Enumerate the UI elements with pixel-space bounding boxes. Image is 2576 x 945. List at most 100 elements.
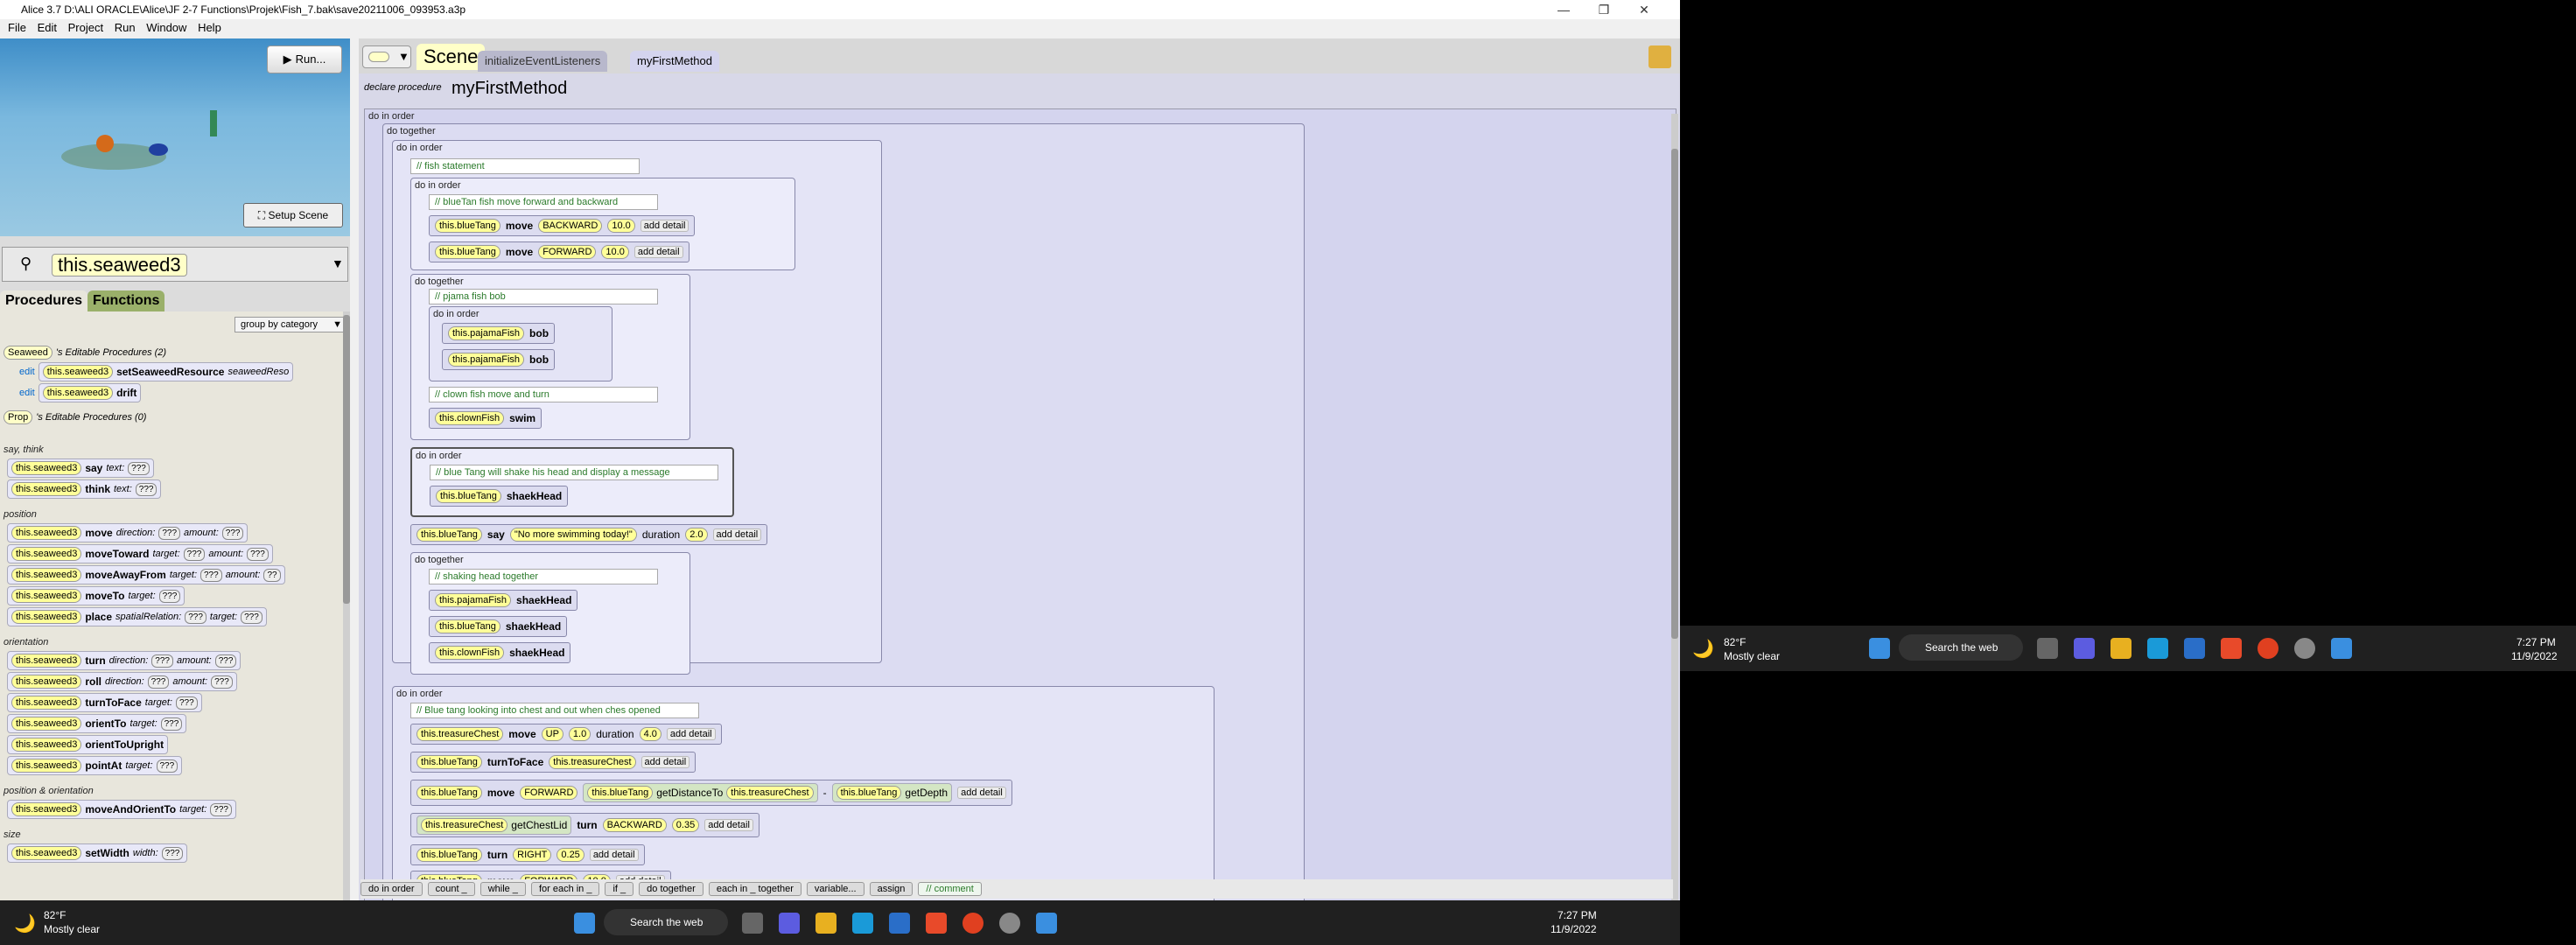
task-view-icon[interactable] — [742, 913, 763, 934]
proc-drift[interactable]: this.seaweed3 drift — [38, 383, 142, 402]
stmt-bluetang-shaekhead-2[interactable]: this.blueTang shaekHead — [429, 616, 568, 637]
proc-moveawayfrom[interactable]: this.seaweed3 moveAwayFrom target:??? amoun… — [7, 565, 285, 584]
stmt-bluetang-turntoface[interactable]: this.blueTang turnToFace this.treasureChes… — [410, 752, 696, 773]
proc-setwidth[interactable]: this.seaweed3 setWidth width:??? — [7, 844, 188, 863]
stmt-pajama-bob-2[interactable]: this.pajamaFish bob — [442, 349, 556, 370]
stmt-bluetang-shaekhead[interactable]: this.blueTang shaekHead — [430, 486, 569, 507]
mail-icon[interactable] — [889, 913, 910, 934]
clipboard-icon[interactable] — [1648, 46, 1671, 68]
edge-icon[interactable] — [2147, 638, 2168, 659]
stmt-pajama-shaekhead[interactable]: this.pajamaFish shaekHead — [429, 590, 578, 611]
start-icon[interactable] — [574, 913, 595, 934]
minimize-button[interactable]: — — [1544, 0, 1584, 19]
maximize-button[interactable]: ❐ — [1584, 0, 1624, 19]
proc-orienttoupright[interactable]: this.seaweed3 orientToUpright — [7, 735, 169, 754]
store-icon[interactable] — [926, 913, 947, 934]
proc-think[interactable]: this.seaweed3 think text:??? — [7, 480, 162, 499]
group-select[interactable]: group by category ▼ — [234, 317, 343, 332]
proc-setseaweedresource[interactable]: this.seaweed3 setSeaweedResource seaweedRe… — [38, 362, 294, 382]
setup-scene-button[interactable]: ⛶ Setup Scene — [243, 203, 343, 228]
file-explorer-icon[interactable] — [816, 913, 836, 934]
class-dropdown[interactable]: ▼ — [362, 46, 411, 68]
block-assign[interactable]: assign — [869, 882, 914, 896]
menu-project[interactable]: Project — [68, 21, 103, 34]
search-box[interactable]: Search the web — [604, 909, 728, 935]
code-scrollbar[interactable] — [1671, 114, 1678, 900]
clock-icon[interactable] — [2294, 638, 2315, 659]
proc-say[interactable]: this.seaweed3 say text:??? — [7, 458, 154, 478]
edge-icon[interactable] — [852, 913, 873, 934]
stmt-bluetang-turn-right[interactable]: this.blueTang turn RIGHT 0.25 add detail — [410, 844, 645, 865]
file-explorer-icon[interactable] — [2110, 638, 2132, 659]
proc-moveto[interactable]: this.seaweed3 moveTo target:??? — [7, 586, 186, 606]
block-do-in-order[interactable]: do in order — [360, 882, 423, 896]
procedures-scrollbar[interactable] — [343, 312, 350, 900]
do-together-block[interactable]: do together do in order // fish statemen… — [382, 123, 1305, 900]
proc-roll[interactable]: this.seaweed3 roll direction:??? amount:??? — [7, 672, 237, 691]
menu-window[interactable]: Window — [146, 21, 186, 34]
class-prop[interactable]: Prop — [4, 410, 33, 424]
class-seaweed[interactable]: Seaweed — [4, 346, 52, 360]
alice-icon[interactable] — [2331, 638, 2352, 659]
do-in-order-pajama[interactable]: do in order this.pajamaFish bob this.paja… — [429, 306, 612, 382]
block-comment[interactable]: // comment — [918, 882, 982, 896]
tab-procedures[interactable]: Procedures — [0, 290, 88, 312]
chevron-down-icon[interactable]: ▼ — [332, 256, 344, 270]
stmt-clownfish-swim[interactable]: this.clownFish swim — [429, 408, 542, 429]
clock-icon[interactable] — [999, 913, 1020, 934]
comment-bluetan[interactable]: // blueTan fish move forward and backwar… — [429, 194, 658, 210]
store-icon[interactable] — [2221, 638, 2242, 659]
proc-orientto[interactable]: this.seaweed3 orientTo target:??? — [7, 714, 187, 733]
close-button[interactable]: ✕ — [1624, 0, 1664, 19]
block-while[interactable]: while _ — [480, 882, 526, 896]
chrome-icon[interactable] — [962, 913, 984, 934]
menu-edit[interactable]: Edit — [38, 21, 57, 34]
tab-functions[interactable]: Functions — [88, 290, 165, 312]
proc-place[interactable]: this.seaweed3 place spatialRelation:??? tar… — [7, 607, 267, 626]
block-count[interactable]: count _ — [427, 882, 475, 896]
teams-icon[interactable] — [779, 913, 800, 934]
comment-pjama[interactable]: // pjama fish bob — [429, 289, 658, 304]
mail-icon[interactable] — [2184, 638, 2205, 659]
menu-help[interactable]: Help — [198, 21, 221, 34]
menu-file[interactable]: File — [8, 21, 26, 34]
do-in-order-shake[interactable]: do in order // blue Tang will shake his … — [410, 447, 734, 517]
chrome-icon[interactable] — [2258, 638, 2278, 659]
selected-object[interactable]: this.seaweed3 — [52, 254, 187, 276]
comment-chest[interactable]: // Blue tang looking into chest and out … — [410, 703, 699, 718]
do-in-order-block[interactable]: do in order // fish statement do in orde… — [392, 140, 882, 675]
stmt-bluetang-move-forward[interactable]: this.blueTang move FORWARD 10.0 add detail — [429, 242, 690, 262]
proc-moveandorientto[interactable]: this.seaweed3 moveAndOrientTo target:??? — [7, 800, 236, 819]
block-variable[interactable]: variable... — [806, 882, 864, 896]
weather-icon[interactable]: 🌙 — [14, 913, 36, 934]
edit-link[interactable]: edit — [19, 367, 35, 377]
teams-icon[interactable] — [2074, 638, 2095, 659]
proc-movetoward[interactable]: this.seaweed3 moveToward target:??? amount:… — [7, 544, 273, 564]
stmt-chestlid-turn[interactable]: this.treasureChest getChestLid turn BACKWAR… — [410, 813, 760, 837]
comment-fish-statement[interactable]: // fish statement — [410, 158, 640, 174]
proc-pointat[interactable]: this.seaweed3 pointAt target:??? — [7, 756, 183, 775]
task-view-icon[interactable] — [2037, 638, 2058, 659]
stmt-bluetang-move-distance[interactable]: this.blueTang move FORWARD this.blueTang get… — [410, 780, 1012, 806]
do-in-order-chest[interactable]: do in order // Blue tang looking into ch… — [392, 686, 1214, 900]
proc-turntoface[interactable]: this.seaweed3 turnToFace target:??? — [7, 693, 202, 712]
stmt-chest-move-up[interactable]: this.treasureChest move UP 1.0 duration 4.0 ad… — [410, 724, 722, 745]
stmt-bluetang-say[interactable]: this.blueTang say "No more swimming today!… — [410, 524, 768, 545]
edit-link[interactable]: edit — [19, 388, 35, 398]
tab-initialize-event-listeners[interactable]: initializeEventListeners — [478, 51, 608, 72]
tab-scene[interactable]: Scene — [416, 44, 486, 70]
menu-run[interactable]: Run — [115, 21, 136, 34]
stmt-pajama-bob-1[interactable]: this.pajamaFish bob — [442, 323, 556, 344]
comment-clownfish[interactable]: // clown fish move and turn — [429, 387, 658, 402]
alice-icon[interactable] — [1036, 913, 1057, 934]
do-together-fish[interactable]: do together // pjama fish bob do in orde… — [410, 274, 690, 440]
object-selector[interactable]: ⚲ this.seaweed3 ▼ — [2, 247, 348, 282]
comment-shake[interactable]: // blue Tang will shake his head and dis… — [430, 465, 718, 480]
proc-turn[interactable]: this.seaweed3 turn direction:??? amount:??? — [7, 651, 242, 670]
block-each-together[interactable]: each in _ together — [708, 882, 802, 896]
run-button[interactable]: ▶ Run... — [267, 46, 342, 74]
proc-move[interactable]: this.seaweed3 move direction:??? amount:??? — [7, 523, 248, 542]
comment-shaking[interactable]: // shaking head together — [429, 569, 658, 584]
tab-myfirstmethod[interactable]: myFirstMethod — [630, 51, 719, 72]
block-for-each[interactable]: for each in _ — [530, 882, 600, 896]
